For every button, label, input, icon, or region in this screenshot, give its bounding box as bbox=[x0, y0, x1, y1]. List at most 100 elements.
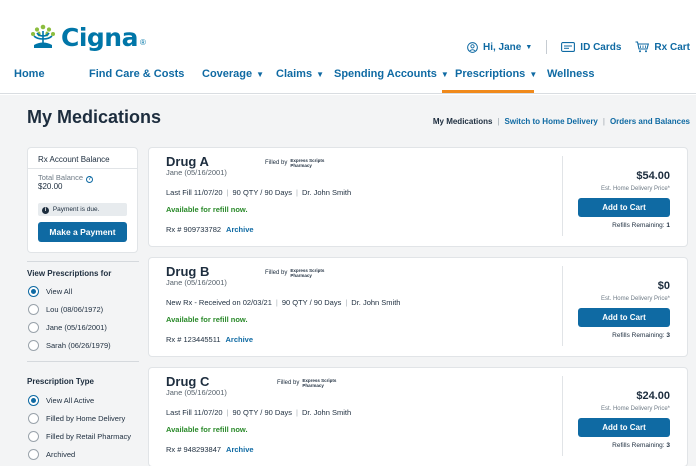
divider bbox=[27, 261, 139, 262]
archive-link[interactable]: Archive bbox=[226, 225, 254, 234]
chevron-down-icon: ▼ bbox=[440, 70, 449, 79]
filter-option[interactable]: View All Active bbox=[28, 395, 94, 406]
my-medications-link[interactable]: My Medications bbox=[433, 117, 493, 126]
refill-status: Available for refill now. bbox=[166, 425, 248, 434]
option-label: View All Active bbox=[46, 396, 95, 405]
quantity: 90 QTY / 90 Days bbox=[281, 298, 342, 307]
add-to-cart-button[interactable]: Add to Cart bbox=[578, 198, 670, 217]
rx-account-card: Rx Account Balance Total Balance ? $20.0… bbox=[27, 147, 138, 253]
cigna-logo[interactable]: Cigna ® bbox=[28, 22, 146, 52]
alert-icon: i bbox=[42, 207, 49, 214]
nav-spending-accounts[interactable]: Spending Accounts ▼ bbox=[334, 68, 449, 80]
option-label: Filled by Home Delivery bbox=[46, 414, 126, 423]
make-payment-button[interactable]: Make a Payment bbox=[38, 222, 127, 242]
nav-coverage[interactable]: Coverage ▼ bbox=[202, 68, 264, 80]
filled-by: Filled by Express Scripts Pharmacy bbox=[265, 158, 324, 168]
archive-link[interactable]: Archive bbox=[226, 335, 254, 344]
home-delivery-link[interactable]: Switch to Home Delivery bbox=[505, 117, 598, 126]
filled-by-label: Filled by bbox=[277, 380, 300, 386]
filter-option[interactable]: Filled by Retail Pharmacy bbox=[28, 431, 131, 442]
id-card-icon bbox=[561, 42, 576, 52]
nav-label: Home bbox=[14, 68, 45, 80]
filter-option[interactable]: View All bbox=[28, 286, 72, 297]
radio-button[interactable] bbox=[28, 322, 39, 333]
radio-button-selected[interactable] bbox=[28, 286, 39, 297]
drug-name[interactable]: Drug A bbox=[166, 154, 209, 169]
rx-line: Rx # 909733782 Archive bbox=[166, 225, 254, 234]
rx-number: Rx # 948293847 bbox=[166, 445, 222, 454]
filter-option[interactable]: Lou (08/06/1972) bbox=[28, 304, 103, 315]
filled-by-label: Filled by bbox=[265, 160, 288, 166]
orders-balances-link[interactable]: Orders and Balances bbox=[610, 117, 690, 126]
filter-option[interactable]: Sarah (06/26/1979) bbox=[28, 340, 111, 351]
refills-label: Refills Remaining: bbox=[612, 442, 665, 449]
payment-due-notice: i Payment is due. bbox=[38, 203, 127, 216]
option-label: View All bbox=[46, 287, 73, 296]
medication-card: Drug A Filled by Express Scripts Pharmacy… bbox=[148, 147, 688, 247]
nav-label: Claims bbox=[276, 68, 313, 80]
divider bbox=[27, 361, 139, 362]
drug-name[interactable]: Drug B bbox=[166, 264, 209, 279]
add-to-cart-button[interactable]: Add to Cart bbox=[578, 308, 670, 327]
nav-label: Coverage bbox=[202, 68, 253, 80]
view-for-title: View Prescriptions for bbox=[27, 269, 112, 278]
price: $0 bbox=[657, 280, 670, 292]
nav-label: Spending Accounts bbox=[334, 68, 437, 80]
drug-name[interactable]: Drug C bbox=[166, 374, 209, 389]
chevron-down-icon: ▼ bbox=[256, 70, 265, 79]
option-label: Archived bbox=[46, 450, 76, 459]
nav-label: Prescriptions bbox=[455, 68, 526, 80]
nav-prescriptions[interactable]: Prescriptions ▼ bbox=[455, 68, 537, 80]
rx-cart-label: Rx Cart bbox=[654, 41, 690, 53]
add-to-cart-button[interactable]: Add to Cart bbox=[578, 418, 670, 437]
pharmacy-logo: Express Scripts Pharmacy bbox=[302, 378, 336, 388]
filled-by: Filled by Express Scripts Pharmacy bbox=[277, 378, 336, 388]
archive-link[interactable]: Archive bbox=[226, 445, 254, 454]
radio-button[interactable] bbox=[28, 413, 39, 424]
refills-label: Refills Remaining: bbox=[612, 332, 665, 339]
patient-name: Jane (05/16/2001) bbox=[166, 168, 227, 177]
divider bbox=[28, 168, 137, 169]
divider bbox=[562, 156, 563, 236]
total-balance-value: $20.00 bbox=[38, 182, 63, 191]
filter-option[interactable]: Filled by Home Delivery bbox=[28, 413, 125, 424]
filled-by: Filled by Express Scripts Pharmacy bbox=[265, 268, 324, 278]
pharmacy-line: Pharmacy bbox=[290, 273, 312, 278]
nav-home[interactable]: Home bbox=[14, 68, 45, 80]
info-icon[interactable]: ? bbox=[86, 176, 94, 183]
radio-button[interactable] bbox=[28, 449, 39, 460]
refills-label: Refills Remaining: bbox=[612, 222, 665, 229]
account-menu[interactable]: Hi, Jane ▼ bbox=[467, 42, 532, 53]
filled-by-label: Filled by bbox=[265, 270, 288, 276]
nav-label: Find Care & Costs bbox=[89, 68, 185, 80]
radio-button-selected[interactable] bbox=[28, 395, 39, 406]
nav-claims[interactable]: Claims ▼ bbox=[276, 68, 324, 80]
main-nav: Home Find Care & Costs Coverage ▼ Claims ▼… bbox=[0, 60, 696, 94]
radio-button[interactable] bbox=[28, 304, 39, 315]
filter-option[interactable]: Jane (05/16/2001) bbox=[28, 322, 107, 333]
link-divider: | bbox=[497, 117, 500, 126]
fill-details: Last Fill 11/07/20 | 90 QTY / 90 Days | Dr. … bbox=[166, 188, 352, 197]
site-header: Cigna ® Hi, Jane ▼ ID Cards Rx Cart bbox=[0, 8, 696, 60]
radio-button[interactable] bbox=[28, 340, 39, 351]
nav-wellness[interactable]: Wellness bbox=[547, 68, 595, 80]
header-divider bbox=[546, 40, 548, 54]
refill-status: Available for refill now. bbox=[166, 205, 248, 214]
rx-line: Rx # 123445511 Archive bbox=[166, 335, 253, 344]
account-card-title: Rx Account Balance bbox=[38, 155, 110, 164]
page-title: My Medications bbox=[27, 107, 162, 127]
rx-cart-link[interactable]: Rx Cart bbox=[635, 41, 690, 53]
fill-info: New Rx - Received on 02/03/21 bbox=[166, 298, 272, 307]
radio-button[interactable] bbox=[28, 431, 39, 442]
refills-count: 3 bbox=[666, 442, 670, 449]
nav-find-care[interactable]: Find Care & Costs bbox=[89, 68, 184, 80]
user-icon bbox=[467, 41, 478, 53]
id-cards-link[interactable]: ID Cards bbox=[561, 42, 621, 53]
total-balance-label-text: Total Balance bbox=[38, 173, 84, 182]
filter-option[interactable]: Archived bbox=[28, 449, 75, 460]
quantity: 90 QTY / 90 Days bbox=[232, 408, 292, 417]
price-label: Est. Home Delivery Price* bbox=[600, 296, 670, 302]
pharmacy-line: Pharmacy bbox=[290, 163, 312, 168]
doctor: Dr. John Smith bbox=[301, 408, 352, 417]
rx-line: Rx # 948293847 Archive bbox=[166, 445, 254, 454]
